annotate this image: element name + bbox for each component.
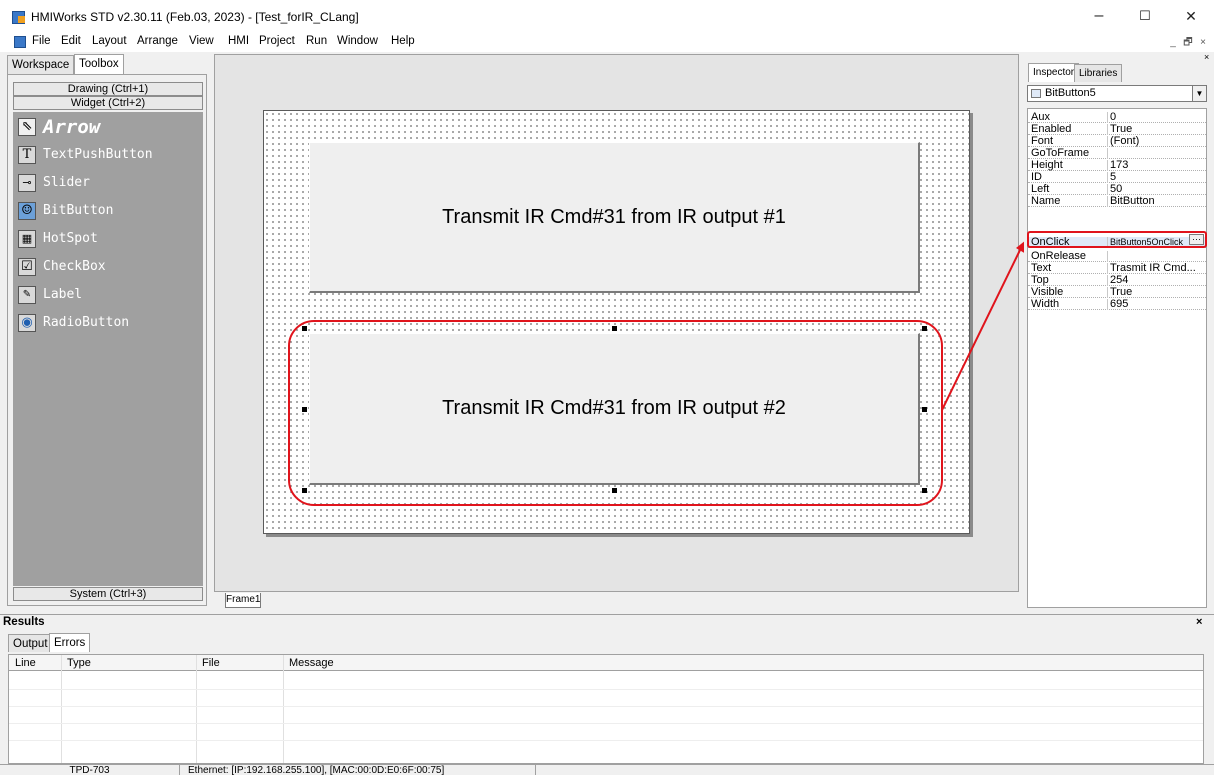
tool-arrow[interactable]: ⇖ Arrow: [18, 116, 203, 142]
status-device: TPD-703: [0, 765, 180, 775]
status-bar: TPD-703 Ethernet: [IP:192.168.255.100], …: [0, 764, 1214, 775]
col-type[interactable]: Type: [67, 657, 91, 669]
mdi-restore-button[interactable]: 🗗: [1181, 36, 1195, 49]
results-title: Results: [3, 616, 45, 628]
system-category-button[interactable]: System (Ctrl+3): [13, 587, 203, 601]
menu-arrange[interactable]: Arrange: [137, 35, 178, 47]
mdi-minimize-button[interactable]: _: [1166, 36, 1180, 49]
window-title: HMIWorks STD v2.30.11 (Feb.03, 2023) - […: [31, 10, 359, 24]
col-message[interactable]: Message: [289, 657, 334, 669]
close-button[interactable]: ✕: [1168, 0, 1214, 32]
radiobutton-icon: ◉: [18, 314, 36, 332]
prop-row-aux[interactable]: Aux 0: [1028, 112, 1206, 123]
doc-icon[interactable]: [14, 36, 26, 48]
errors-table: Line Type File Message: [8, 654, 1204, 764]
hmiworks-window: HMIWorks STD v2.30.11 (Feb.03, 2023) - […: [0, 0, 1214, 775]
tool-slider[interactable]: ⊸ Slider: [18, 172, 203, 198]
menu-edit[interactable]: Edit: [61, 35, 81, 47]
maximize-button[interactable]: ☐: [1122, 0, 1168, 32]
tool-bitbutton[interactable]: ☺ BitButton: [18, 200, 203, 226]
mdi-close-button[interactable]: ×: [1196, 36, 1210, 49]
text-icon: T: [18, 146, 36, 164]
panel-close-icon[interactable]: ×: [1204, 52, 1214, 62]
prop-row-name[interactable]: Name BitButton: [1028, 196, 1206, 207]
prop-row-enabled[interactable]: Enabled True: [1028, 124, 1206, 135]
checkbox-icon: ☑: [18, 258, 36, 276]
hotspot-icon: ▦: [18, 230, 36, 248]
frame-tab[interactable]: Frame1: [225, 593, 261, 608]
tool-checkbox[interactable]: ☑ CheckBox: [18, 256, 203, 282]
menu-window[interactable]: Window: [337, 35, 378, 47]
prop-row-text[interactable]: Text Trasmit IR Cmd...: [1028, 263, 1206, 274]
prop-row-font[interactable]: Font (Font): [1028, 136, 1206, 147]
slider-icon: ⊸: [18, 174, 36, 192]
tab-toolbox[interactable]: Toolbox: [74, 54, 124, 74]
prop-row-height[interactable]: Height 173: [1028, 160, 1206, 171]
menu-project[interactable]: Project: [259, 35, 295, 47]
tool-hotspot[interactable]: ▦ HotSpot: [18, 228, 203, 254]
widget-list: ⇖ Arrow T TextPushButton ⊸ Slider ☺ BitB…: [13, 112, 203, 586]
tab-libraries[interactable]: Libraries: [1074, 64, 1123, 82]
table-header: Line Type File Message: [9, 655, 1203, 671]
tool-textpushbutton[interactable]: T TextPushButton: [18, 144, 203, 170]
app-icon: [12, 11, 25, 24]
bitbutton-icon: [1031, 89, 1041, 98]
tab-workspace[interactable]: Workspace: [7, 55, 75, 74]
prop-row-id[interactable]: ID 5: [1028, 172, 1206, 183]
menu-file[interactable]: File: [32, 35, 51, 47]
property-grid: Aux 0 Enabled True Font (Font) GoToFrame He…: [1027, 108, 1207, 608]
chevron-down-icon[interactable]: ▼: [1192, 86, 1206, 101]
ellipsis-button[interactable]: ···: [1189, 234, 1204, 245]
menu-hmi[interactable]: HMI: [228, 35, 249, 47]
selected-object-name: BitButton5: [1045, 87, 1096, 99]
bitbutton-icon: ☺: [18, 202, 36, 220]
prop-row-top[interactable]: Top 254: [1028, 275, 1206, 286]
highlight-onclick-row: [1027, 231, 1207, 248]
widget-category-button[interactable]: Widget (Ctrl+2): [13, 96, 203, 110]
prop-row-left[interactable]: Left 50: [1028, 184, 1206, 195]
drawing-category-button[interactable]: Drawing (Ctrl+1): [13, 82, 203, 96]
col-line[interactable]: Line: [15, 657, 36, 669]
minimize-button[interactable]: –: [1076, 0, 1122, 32]
tab-errors[interactable]: Errors: [49, 633, 91, 652]
label-icon: ✎: [18, 286, 36, 304]
highlight-selected-button: [288, 320, 943, 506]
menu-view[interactable]: View: [189, 35, 214, 47]
toolbox-panel: Drawing (Ctrl+1) Widget (Ctrl+2) ⇖ Arrow…: [7, 74, 207, 606]
prop-row-onrelease[interactable]: OnRelease: [1028, 251, 1206, 262]
tool-radiobutton[interactable]: ◉ RadioButton: [18, 312, 203, 338]
prop-row-width[interactable]: Width 695: [1028, 299, 1206, 310]
prop-row-gotoframe[interactable]: GoToFrame: [1028, 148, 1206, 159]
menu-run[interactable]: Run: [306, 35, 327, 47]
annotation-arrow: [941, 240, 1026, 411]
tab-inspector[interactable]: Inspector: [1028, 63, 1080, 82]
prop-row-visible[interactable]: Visible True: [1028, 287, 1206, 298]
object-selector[interactable]: BitButton5 ▼: [1027, 85, 1207, 102]
menu-layout[interactable]: Layout: [92, 35, 127, 47]
ir-output-1-button[interactable]: Transmit IR Cmd#31 from IR output #1: [309, 142, 920, 293]
results-close-icon[interactable]: ×: [1196, 616, 1202, 628]
col-file[interactable]: File: [202, 657, 220, 669]
tab-output[interactable]: Output: [8, 634, 53, 652]
menu-bar: [0, 32, 1214, 52]
left-panel-tabs: Workspace Toolbox: [7, 54, 207, 74]
results-header: [0, 614, 1214, 630]
arrow-icon: ⇖: [18, 118, 36, 136]
tool-label[interactable]: ✎ Label: [18, 284, 203, 310]
status-connection: Ethernet: [IP:192.168.255.100], [MAC:00:…: [184, 765, 536, 775]
menu-help[interactable]: Help: [391, 35, 415, 47]
